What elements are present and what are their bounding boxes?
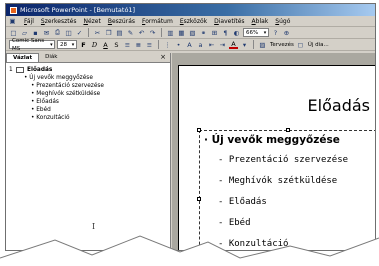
align-center-icon[interactable]: ≣ — [134, 40, 143, 49]
zoom-select[interactable]: 66% ▾ — [243, 28, 269, 37]
outline-item[interactable]: • Ebéd — [9, 106, 170, 114]
font-size-value: 28 — [60, 41, 67, 48]
outline-slide[interactable]: 1 Előadás — [9, 66, 170, 74]
menu-tools[interactable]: Eszközök — [180, 18, 207, 25]
close-icon[interactable]: × — [160, 53, 166, 62]
chevron-down-icon: ▾ — [263, 29, 267, 36]
cut-icon[interactable]: ✂ — [93, 28, 102, 37]
menu-view[interactable]: Nézet — [83, 18, 100, 25]
bullets-icon[interactable]: • — [174, 40, 183, 49]
torn-edge — [0, 235, 379, 266]
grayscale-icon[interactable]: ◐ — [232, 28, 241, 37]
standard-toolbar: □ ▱ ▪ ✉ ⎙ ◫ ✓ ✂ ❐ ▤ ✎ ↶ ↷ ▥ ▦ ▧ ⚭ ⊞ ¶ ◐ … — [6, 27, 375, 39]
design-button[interactable]: Tervezés — [270, 42, 294, 48]
slide-bullet-text: Meghívók szétküldése — [228, 176, 338, 186]
menu-edit[interactable]: Szerkesztés — [41, 18, 77, 25]
menu-help[interactable]: Súgó — [275, 18, 290, 25]
spelling-icon[interactable]: ✓ — [75, 28, 84, 37]
print-icon[interactable]: ⎙ — [53, 28, 62, 37]
outline-item[interactable]: • Meghívók szétküldése — [9, 90, 170, 98]
outline-item[interactable]: • Új vevők meggyőzése — [9, 74, 170, 82]
toolbar-separator — [158, 40, 159, 49]
undo-icon[interactable]: ↶ — [137, 28, 146, 37]
hyperlink-icon[interactable]: ⚭ — [199, 28, 208, 37]
font-color-button[interactable]: A — [229, 40, 238, 49]
outline-item-text: Ebéd — [36, 107, 51, 113]
menu-slideshow[interactable]: Diavetítés — [214, 18, 244, 25]
slide-bullet: - Meghívók szétküldése — [218, 176, 338, 186]
slide-icon — [16, 67, 24, 73]
zoom-icon[interactable]: ⊕ — [282, 28, 291, 37]
slide-bullet-level1: · Új vevők meggyőzése — [204, 134, 340, 146]
underline-button[interactable]: A — [101, 40, 110, 49]
menu-bar: ▣ Fájl Szerkesztés Nézet Beszúrás Formát… — [6, 16, 375, 27]
menu-window[interactable]: Ablak — [252, 18, 269, 25]
slide-bullet-text: Új vevők meggyőzése — [211, 134, 340, 146]
show-formatting-icon[interactable]: ¶ — [221, 28, 230, 37]
powerpoint-icon — [10, 6, 17, 14]
outline-item-text: Prezentáció szervezése — [36, 83, 104, 89]
slide-bullet-text: Prezentáció szervezése — [228, 155, 349, 165]
tab-slides[interactable]: Diák — [39, 53, 63, 62]
resize-handle[interactable] — [286, 128, 290, 132]
outline-item-text: Konzultáció — [36, 115, 70, 121]
table-icon[interactable]: ▦ — [177, 28, 186, 37]
paste-icon[interactable]: ▤ — [115, 28, 124, 37]
zoom-value: 66% — [246, 29, 259, 36]
chart-icon[interactable]: ▥ — [166, 28, 175, 37]
format-painter-icon[interactable]: ✎ — [126, 28, 135, 37]
outline-slide-title[interactable]: Előadás — [27, 66, 52, 74]
outline-item-text: Meghívók szétküldése — [36, 91, 101, 97]
italic-button[interactable]: D — [90, 40, 99, 49]
increase-font-icon[interactable]: A — [185, 40, 194, 49]
window-title: Microsoft PowerPoint - [Bemutató1] — [20, 6, 136, 14]
slide-bullet: - Prezentáció szervezése — [218, 155, 349, 165]
slide-title[interactable]: Előadás — [308, 96, 370, 115]
outline-item-text: Új vevők meggyőzése — [29, 75, 93, 81]
chevron-down-icon[interactable]: ▾ — [240, 40, 249, 49]
numbering-icon[interactable]: ⋮ — [163, 40, 172, 49]
outline-item[interactable]: • Konzultáció — [9, 114, 170, 122]
outline-item[interactable]: • Előadás — [9, 98, 170, 106]
toolbar-separator — [253, 40, 254, 49]
font-select[interactable]: Comic Sans MS ▾ — [9, 38, 55, 52]
tab-outline[interactable]: Vázlat — [6, 53, 40, 62]
columns-icon[interactable]: ▧ — [188, 28, 197, 37]
preview-icon[interactable]: ◫ — [64, 28, 73, 37]
outline-item-text: Előadás — [36, 99, 59, 105]
align-right-icon[interactable]: ≡ — [145, 40, 154, 49]
menu-format[interactable]: Formátum — [142, 18, 173, 25]
help-icon[interactable]: ? — [271, 28, 280, 37]
formatting-toolbar: Comic Sans MS ▾ 28 ▾ F D A S ≡ ≣ ≡ ⋮ • A a… — [6, 38, 375, 52]
toolbar-separator — [88, 28, 89, 37]
menu-insert[interactable]: Beszúrás — [108, 18, 135, 25]
outline-content[interactable]: 1 Előadás • Új vevők meggyőzése • Prezen… — [6, 63, 170, 122]
decrease-font-icon[interactable]: a — [196, 40, 205, 49]
title-bar: Microsoft PowerPoint - [Bemutató1] — [6, 4, 375, 16]
shadow-button[interactable]: S — [112, 40, 121, 49]
document-icon: ▣ — [9, 17, 16, 25]
bold-button[interactable]: F — [79, 40, 88, 49]
toolbar-separator — [161, 28, 162, 37]
pane-tabs: Vázlat Diák × — [6, 53, 170, 63]
slide-number: 1 — [9, 67, 13, 73]
redo-icon[interactable]: ↷ — [148, 28, 157, 37]
font-size-select[interactable]: 28 ▾ — [57, 40, 77, 49]
outline-item[interactable]: • Prezentáció szervezése — [9, 82, 170, 90]
resize-handle[interactable] — [197, 128, 201, 132]
align-left-icon[interactable]: ≡ — [123, 40, 132, 49]
new-slide-button[interactable]: Új dia... — [308, 42, 329, 48]
increase-indent-icon[interactable]: ⇥ — [218, 40, 227, 49]
font-value: Comic Sans MS — [12, 37, 45, 52]
copy-icon[interactable]: ❐ — [104, 28, 113, 37]
menu-file[interactable]: Fájl — [24, 18, 34, 25]
chevron-down-icon: ▾ — [71, 41, 75, 48]
decrease-indent-icon[interactable]: ⇤ — [207, 40, 216, 49]
chevron-down-icon: ▾ — [50, 41, 53, 48]
expand-icon[interactable]: ⊞ — [210, 28, 219, 37]
design-icon[interactable]: ▨ — [258, 40, 267, 49]
new-slide-icon[interactable]: ◻ — [296, 40, 305, 49]
